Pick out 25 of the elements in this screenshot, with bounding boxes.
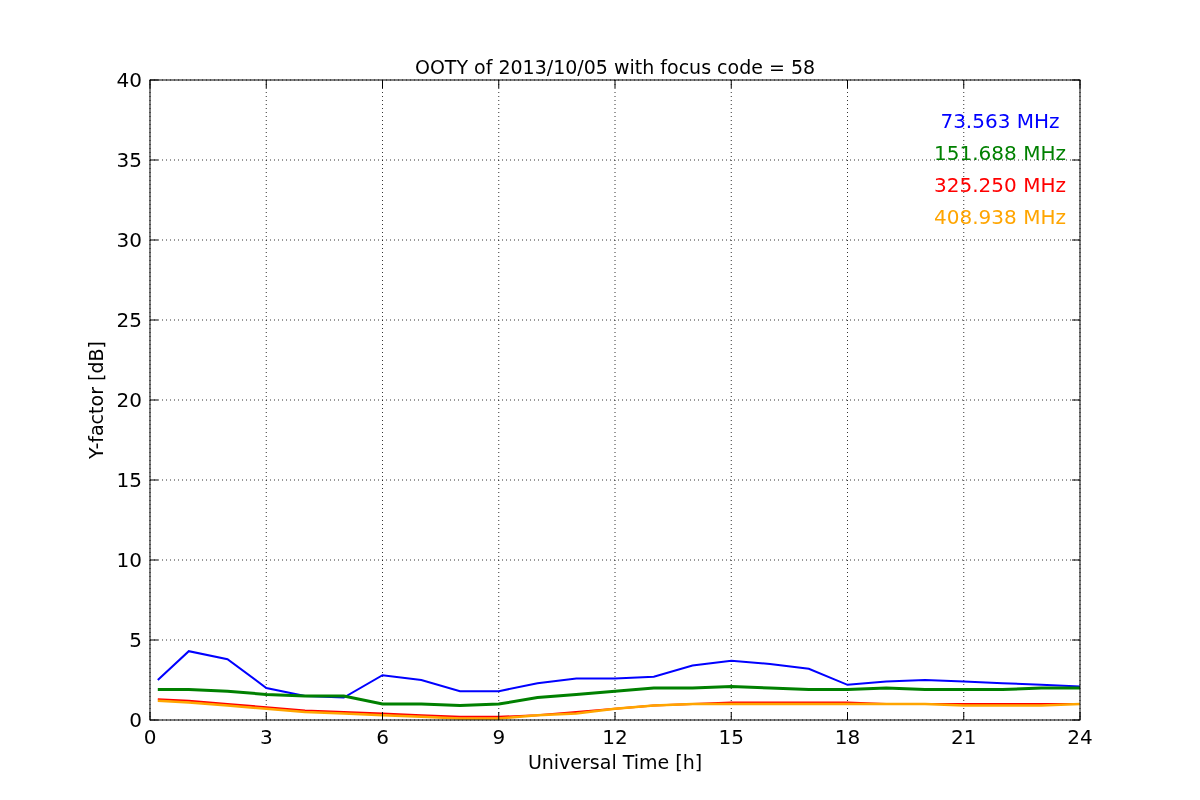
legend-label: 325.250 MHz (934, 173, 1066, 197)
legend-label: 408.938 MHz (934, 205, 1066, 229)
x-tick-label: 18 (834, 725, 861, 749)
legend-label: 73.563 MHz (940, 109, 1060, 133)
y-tick-label: 30 (116, 228, 142, 252)
x-tick-label: 12 (602, 725, 628, 749)
legend-label: 151.688 MHz (934, 141, 1066, 165)
y-tick-label: 20 (116, 388, 142, 412)
x-tick-label: 21 (951, 725, 977, 749)
y-tick-label: 25 (116, 308, 142, 332)
x-axis-label: Universal Time [h] (527, 751, 703, 773)
y-tick-label: 0 (129, 708, 142, 732)
y-tick-label: 10 (116, 548, 142, 572)
x-tick-label: 3 (259, 725, 273, 749)
x-tick-label: 24 (1067, 725, 1093, 749)
x-tick-label: 15 (718, 725, 744, 749)
y-axis-label: Y-factor [dB] (85, 341, 107, 459)
y-tick-label: 35 (116, 148, 142, 172)
x-tick-label: 6 (376, 725, 389, 749)
x-tick-label: 9 (492, 725, 506, 749)
chart-title: OOTY of 2013/10/05 with focus code = 58 (414, 56, 816, 78)
y-tick-label: 5 (129, 628, 142, 652)
y-tick-label: 15 (116, 468, 142, 492)
y-tick-label: 40 (116, 68, 142, 92)
x-tick-label: 0 (143, 725, 157, 749)
